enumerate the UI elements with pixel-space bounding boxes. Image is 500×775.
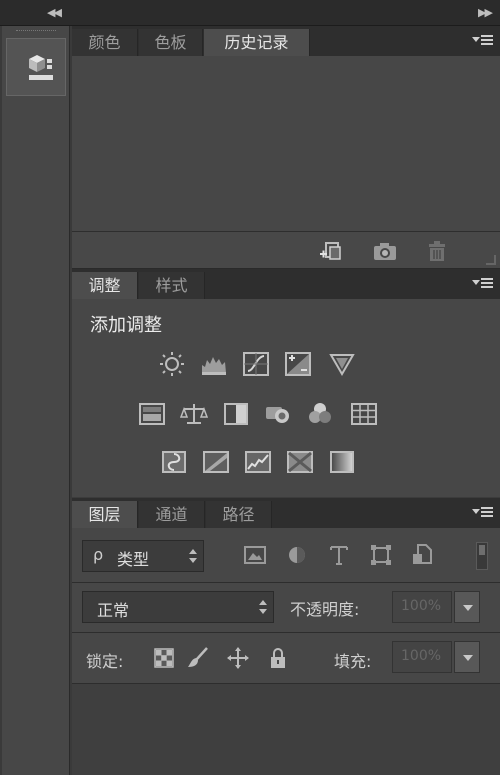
opacity-dropdown-button[interactable]: [454, 591, 480, 623]
vibrance-icon[interactable]: [328, 351, 356, 377]
3d-cube-icon: [29, 55, 53, 80]
hue-saturation-icon[interactable]: [138, 401, 166, 427]
opacity-value: 100%: [401, 598, 442, 614]
blend-mode-select[interactable]: 正常: [82, 591, 274, 623]
tab-adjustments[interactable]: 调整: [72, 272, 138, 299]
panel-dock-top-bar: ◀◀ ▶▶: [0, 0, 500, 26]
fill-label: 填充:: [334, 652, 372, 671]
photo-filter-icon[interactable]: [264, 401, 292, 427]
opacity-input[interactable]: 100%: [392, 591, 452, 623]
adjustments-panel-tabbar: 调整 样式: [72, 269, 500, 299]
exposure-icon[interactable]: [284, 351, 312, 377]
fill-value: 100%: [401, 648, 442, 664]
lock-label: 锁定:: [86, 652, 124, 671]
lock-position-icon[interactable]: [226, 646, 250, 670]
curves-icon[interactable]: [242, 351, 270, 377]
tab-layers[interactable]: 图层: [72, 501, 138, 528]
fill-input[interactable]: 100%: [392, 641, 452, 673]
tab-channels[interactable]: 通道: [139, 501, 205, 528]
new-document-from-state-icon[interactable]: [318, 240, 344, 262]
layer-filter-type-label: 类型: [117, 550, 150, 569]
posterize-icon[interactable]: [202, 449, 230, 475]
channel-mixer-icon[interactable]: [306, 401, 334, 427]
snapshot-camera-icon[interactable]: [372, 240, 398, 262]
iconic-panel-dock: [2, 26, 70, 775]
levels-icon[interactable]: [200, 351, 228, 377]
tab-paths[interactable]: 路径: [206, 501, 272, 528]
tab-color[interactable]: 颜色: [72, 29, 138, 56]
panel-menu-icon[interactable]: [472, 277, 494, 291]
collapse-right-icon[interactable]: ▶▶: [478, 6, 493, 19]
lock-image-pixels-icon[interactable]: [186, 646, 210, 670]
smart-object-filter-icon[interactable]: [410, 542, 436, 568]
lock-transparent-pixels-icon[interactable]: [152, 646, 176, 670]
layers-list[interactable]: [72, 684, 500, 775]
invert-icon[interactable]: [160, 449, 188, 475]
panel-menu-icon[interactable]: [472, 506, 494, 520]
search-icon: ρ: [93, 545, 104, 564]
selective-color-icon[interactable]: [286, 449, 314, 475]
adjustments-body: 添加调整: [72, 299, 500, 497]
resize-grip-icon[interactable]: [486, 255, 496, 265]
shape-layer-filter-icon[interactable]: [368, 542, 394, 568]
history-list[interactable]: [72, 56, 500, 231]
gradient-map-icon[interactable]: [328, 449, 356, 475]
layers-body: ρ 类型 正常 不透明度: 100% 锁定: 填充: 100%: [72, 528, 500, 775]
adjustment-layer-filter-icon[interactable]: [284, 542, 310, 568]
black-white-icon[interactable]: [222, 401, 250, 427]
color-lookup-icon[interactable]: [350, 401, 378, 427]
type-layer-filter-icon[interactable]: [326, 542, 352, 568]
divider: [72, 632, 500, 633]
trash-icon[interactable]: [424, 240, 450, 262]
divider: [72, 582, 500, 583]
brightness-contrast-icon[interactable]: [158, 351, 186, 377]
panel-menu-icon[interactable]: [472, 34, 494, 48]
threshold-icon[interactable]: [244, 449, 272, 475]
fill-dropdown-button[interactable]: [454, 641, 480, 673]
layer-filter-toggle[interactable]: [476, 542, 488, 570]
blend-mode-value: 正常: [97, 601, 130, 620]
color-balance-icon[interactable]: [179, 401, 209, 427]
add-adjustment-label: 添加调整: [90, 315, 162, 336]
history-panel-tabbar: 颜色 色板 历史记录: [72, 26, 500, 56]
lock-all-icon[interactable]: [266, 646, 290, 670]
layers-panel-tabbar: 图层 通道 路径: [72, 498, 500, 528]
3d-panel-button[interactable]: [6, 38, 66, 96]
panel-stack: 颜色 色板 历史记录 调整 样式 添加调整 图层 通道 路径 ρ 类型 正常 不…: [72, 26, 500, 775]
layer-filter-type-select[interactable]: ρ 类型: [82, 540, 204, 572]
history-footer: [72, 231, 500, 269]
pixel-layer-filter-icon[interactable]: [242, 542, 268, 568]
stepper-icon: [259, 600, 267, 614]
collapse-left-icon[interactable]: ◀◀: [47, 6, 62, 19]
stepper-icon: [189, 549, 197, 563]
tab-swatches[interactable]: 色板: [139, 29, 203, 56]
tab-styles[interactable]: 样式: [139, 272, 205, 299]
tab-history[interactable]: 历史记录: [204, 29, 310, 56]
opacity-label: 不透明度:: [290, 600, 360, 619]
dock-grip[interactable]: [16, 30, 56, 33]
